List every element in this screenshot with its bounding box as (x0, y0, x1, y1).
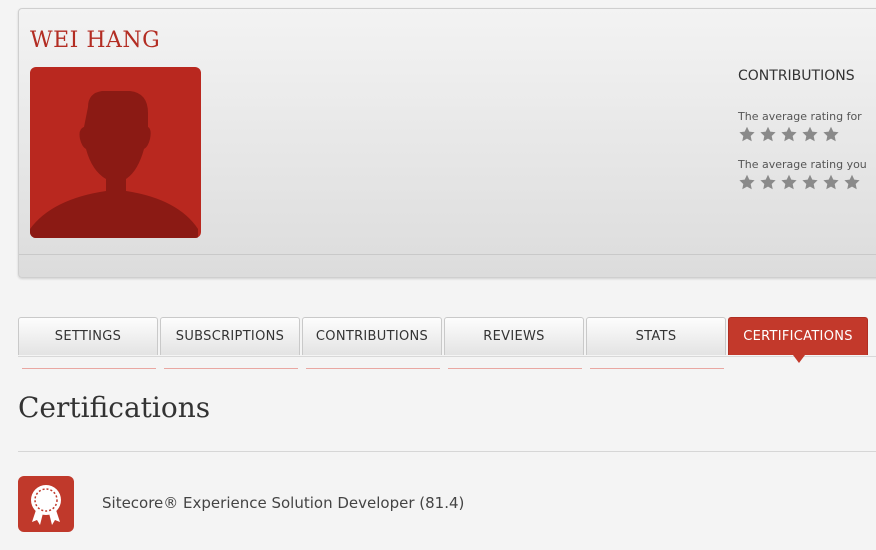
star-icon (823, 126, 839, 142)
tab-stats[interactable]: STATS (586, 317, 726, 355)
star-icon (760, 174, 776, 190)
star-icon (802, 174, 818, 190)
tab-underline (448, 368, 582, 369)
star-icon (781, 126, 797, 142)
rating-you-text: The average rating you (738, 158, 867, 171)
tab-underline (164, 368, 298, 369)
rating-for-stars (738, 126, 840, 143)
star-icon (802, 126, 818, 142)
certificate-ribbon-icon (31, 485, 61, 525)
tab-underline (306, 368, 440, 369)
star-icon (739, 126, 755, 142)
star-icon (739, 174, 755, 190)
tab-settings[interactable]: SETTINGS (18, 317, 158, 355)
avatar (30, 67, 201, 238)
tab-certifications[interactable]: CERTIFICATIONS (728, 317, 868, 363)
tab-subscriptions[interactable]: SUBSCRIPTIONS (160, 317, 300, 355)
rating-for-text: The average rating for (738, 110, 862, 123)
rating-you-stars (738, 174, 861, 191)
section-title: Certifications (18, 391, 211, 424)
contributions-title: CONTRIBUTIONS (738, 68, 855, 84)
tab-underline (590, 368, 724, 369)
certificate-badge (18, 476, 74, 532)
profile-tabs: SETTINGS SUBSCRIPTIONS CONTRIBUTIONS REV… (18, 317, 870, 363)
tab-contributions[interactable]: CONTRIBUTIONS (302, 317, 442, 355)
star-icon (823, 174, 839, 190)
star-icon (781, 174, 797, 190)
user-silhouette-icon (30, 91, 198, 238)
tab-underline (22, 368, 156, 369)
user-name: WEI HANG (30, 28, 161, 53)
section-divider (18, 451, 876, 452)
star-icon (760, 126, 776, 142)
certification-name[interactable]: Sitecore® Experience Solution Developer … (102, 494, 464, 512)
tab-reviews[interactable]: REVIEWS (444, 317, 584, 355)
panel-divider (19, 254, 876, 255)
star-icon (844, 174, 860, 190)
